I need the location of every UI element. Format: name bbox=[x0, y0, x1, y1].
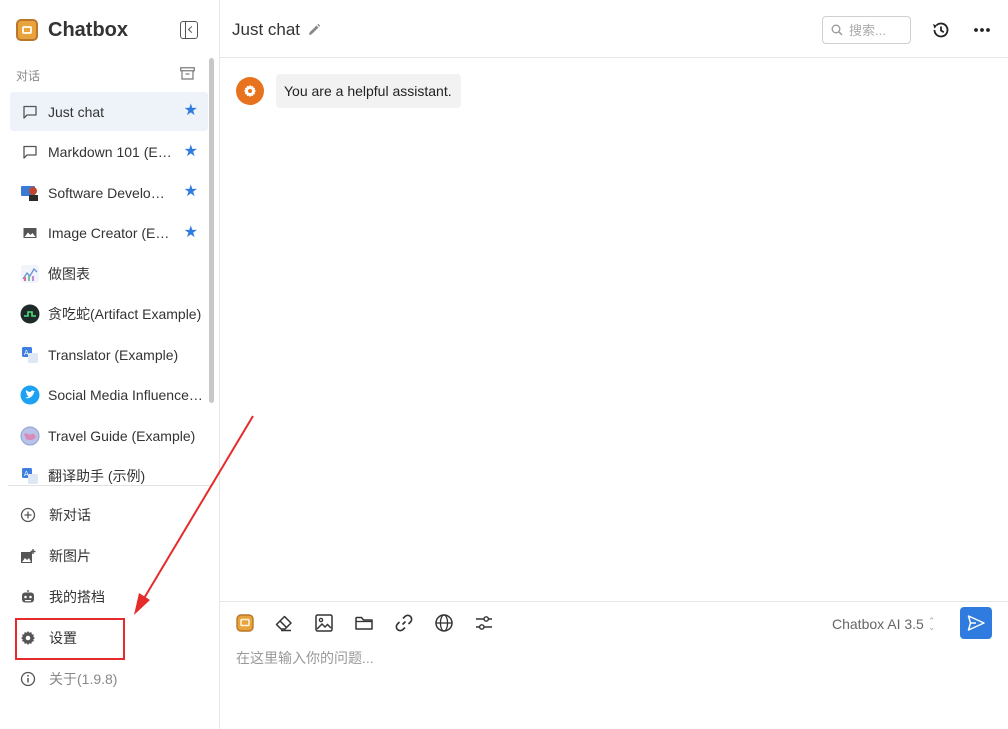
section-label-conversations: 对话 bbox=[16, 69, 41, 83]
my-partners-label: 我的搭档 bbox=[49, 588, 105, 605]
conversation-item-translation-assistant[interactable]: A 翻译助手 (示例) bbox=[10, 457, 208, 484]
system-message: You are a helpful assistant. bbox=[236, 74, 461, 108]
conversation-label: Image Creator (Example) bbox=[48, 225, 172, 241]
conversation-label: Markdown 101 (Example) bbox=[48, 144, 172, 160]
chevron-up-down-icon: ⌃ ⌄ bbox=[927, 616, 936, 632]
history-icon[interactable] bbox=[931, 20, 951, 40]
conversation-item-travel-guide[interactable]: Travel Guide (Example) bbox=[10, 416, 208, 455]
image-icon bbox=[20, 223, 40, 243]
sidebar-scrollbar[interactable] bbox=[209, 58, 214, 403]
star-icon[interactable]: ★ bbox=[184, 224, 198, 241]
conversation-list: Just chat ★ Markdown 101 (Example) ★ Sof… bbox=[10, 92, 208, 484]
conversation-label: Travel Guide (Example) bbox=[48, 427, 196, 444]
image-upload-icon[interactable] bbox=[313, 612, 335, 634]
system-message-bubble[interactable]: You are a helpful assistant. bbox=[276, 74, 461, 108]
search-icon bbox=[831, 24, 843, 36]
settings-sliders-icon[interactable] bbox=[473, 612, 495, 634]
sidebar: Chatbox 对话 Just chat ★ Markdown 101 (Exa… bbox=[0, 0, 220, 729]
chatbox-logo-tool-icon[interactable] bbox=[234, 612, 256, 634]
composer: Chatbox AI 3.5 ⌃ ⌄ bbox=[220, 601, 1008, 729]
star-icon[interactable]: ★ bbox=[184, 103, 198, 119]
developer-avatar-icon bbox=[20, 183, 40, 203]
robot-icon bbox=[19, 588, 37, 606]
translate-avatar-icon: A bbox=[20, 345, 40, 365]
conversation-item-snake[interactable]: 贪吃蛇(Artifact Example) bbox=[10, 295, 208, 334]
add-image-icon bbox=[19, 547, 37, 565]
sidebar-menu: 新对话 新图片 我的搭档 设置 关于(1.9.8) bbox=[10, 494, 210, 699]
twitter-avatar-icon bbox=[20, 385, 40, 405]
translate-avatar-icon: A bbox=[20, 466, 40, 484]
collapse-sidebar-icon[interactable] bbox=[180, 21, 198, 39]
conversation-item-image-creator[interactable]: Image Creator (Example) ★ bbox=[10, 214, 208, 253]
globe-avatar-icon bbox=[20, 426, 40, 446]
chat-bubble-icon bbox=[20, 142, 40, 162]
edit-pencil-icon[interactable] bbox=[307, 23, 321, 37]
sidebar-divider bbox=[8, 485, 212, 486]
chatbox-logo-icon bbox=[16, 19, 38, 41]
conversation-item-just-chat[interactable]: Just chat ★ bbox=[10, 92, 208, 131]
link-icon[interactable] bbox=[393, 612, 415, 634]
model-selector-label: Chatbox AI 3.5 bbox=[832, 616, 924, 632]
system-avatar-gear-icon bbox=[236, 77, 264, 105]
conversation-item-social-media[interactable]: Social Media Influencer (Example) bbox=[10, 376, 208, 415]
conversation-label: 翻译助手 (示例) bbox=[48, 468, 146, 484]
send-button[interactable] bbox=[960, 607, 992, 639]
conversation-label: Translator (Example) bbox=[48, 346, 179, 363]
new-chat-button[interactable]: 新对话 bbox=[10, 494, 210, 535]
chatbox-app: Chatbox 对话 Just chat ★ Markdown 101 (Exa… bbox=[0, 0, 1008, 729]
conversation-item-software-developer[interactable]: Software Developer (Example) ★ bbox=[10, 173, 208, 212]
search-box[interactable] bbox=[822, 16, 911, 44]
new-image-button[interactable]: 新图片 bbox=[10, 535, 210, 576]
message-input[interactable] bbox=[236, 648, 976, 718]
model-selector[interactable]: Chatbox AI 3.5 ⌃ ⌄ bbox=[832, 616, 935, 632]
star-icon[interactable]: ★ bbox=[184, 184, 198, 200]
archive-icon[interactable] bbox=[180, 67, 195, 80]
svg-text:A: A bbox=[24, 470, 29, 478]
conversation-label: Just chat bbox=[48, 103, 105, 120]
web-search-globe-icon[interactable] bbox=[433, 612, 455, 634]
annotation-highlight-box bbox=[15, 618, 125, 660]
conversation-item-markdown[interactable]: Markdown 101 (Example) ★ bbox=[10, 133, 208, 172]
more-options-icon[interactable] bbox=[972, 20, 992, 40]
app-name: Chatbox bbox=[48, 18, 128, 41]
chat-title: Just chat bbox=[232, 20, 301, 39]
conversation-label: Software Developer (Example) bbox=[48, 184, 172, 201]
about-label: 关于(1.9.8) bbox=[49, 670, 118, 687]
chat-main: Just chat You are a helpful assistant. bbox=[220, 0, 1008, 729]
svg-text:A: A bbox=[24, 349, 29, 357]
send-icon bbox=[967, 615, 985, 631]
chat-header: Just chat bbox=[220, 0, 1008, 58]
chat-bubble-icon bbox=[20, 102, 40, 122]
conversation-label: Social Media Influencer (Example) bbox=[48, 387, 204, 403]
chart-avatar-icon bbox=[20, 264, 40, 284]
conversation-label: 贪吃蛇(Artifact Example) bbox=[48, 306, 202, 322]
conversation-item-charts[interactable]: 做图表 bbox=[10, 254, 208, 293]
about-button[interactable]: 关于(1.9.8) bbox=[10, 658, 210, 699]
new-chat-label: 新对话 bbox=[49, 506, 91, 523]
conversation-label: 做图表 bbox=[48, 265, 90, 282]
new-image-label: 新图片 bbox=[49, 547, 91, 564]
star-icon[interactable]: ★ bbox=[184, 143, 198, 160]
plus-circle-icon bbox=[19, 506, 37, 524]
folder-icon[interactable] bbox=[353, 612, 375, 634]
conversation-item-translator[interactable]: A Translator (Example) bbox=[10, 335, 208, 374]
info-icon bbox=[19, 670, 37, 688]
search-input[interactable] bbox=[849, 22, 904, 38]
brand: Chatbox bbox=[16, 17, 128, 43]
snake-game-avatar-icon bbox=[20, 304, 40, 324]
eraser-icon[interactable] bbox=[273, 612, 295, 634]
my-partners-button[interactable]: 我的搭档 bbox=[10, 576, 210, 617]
